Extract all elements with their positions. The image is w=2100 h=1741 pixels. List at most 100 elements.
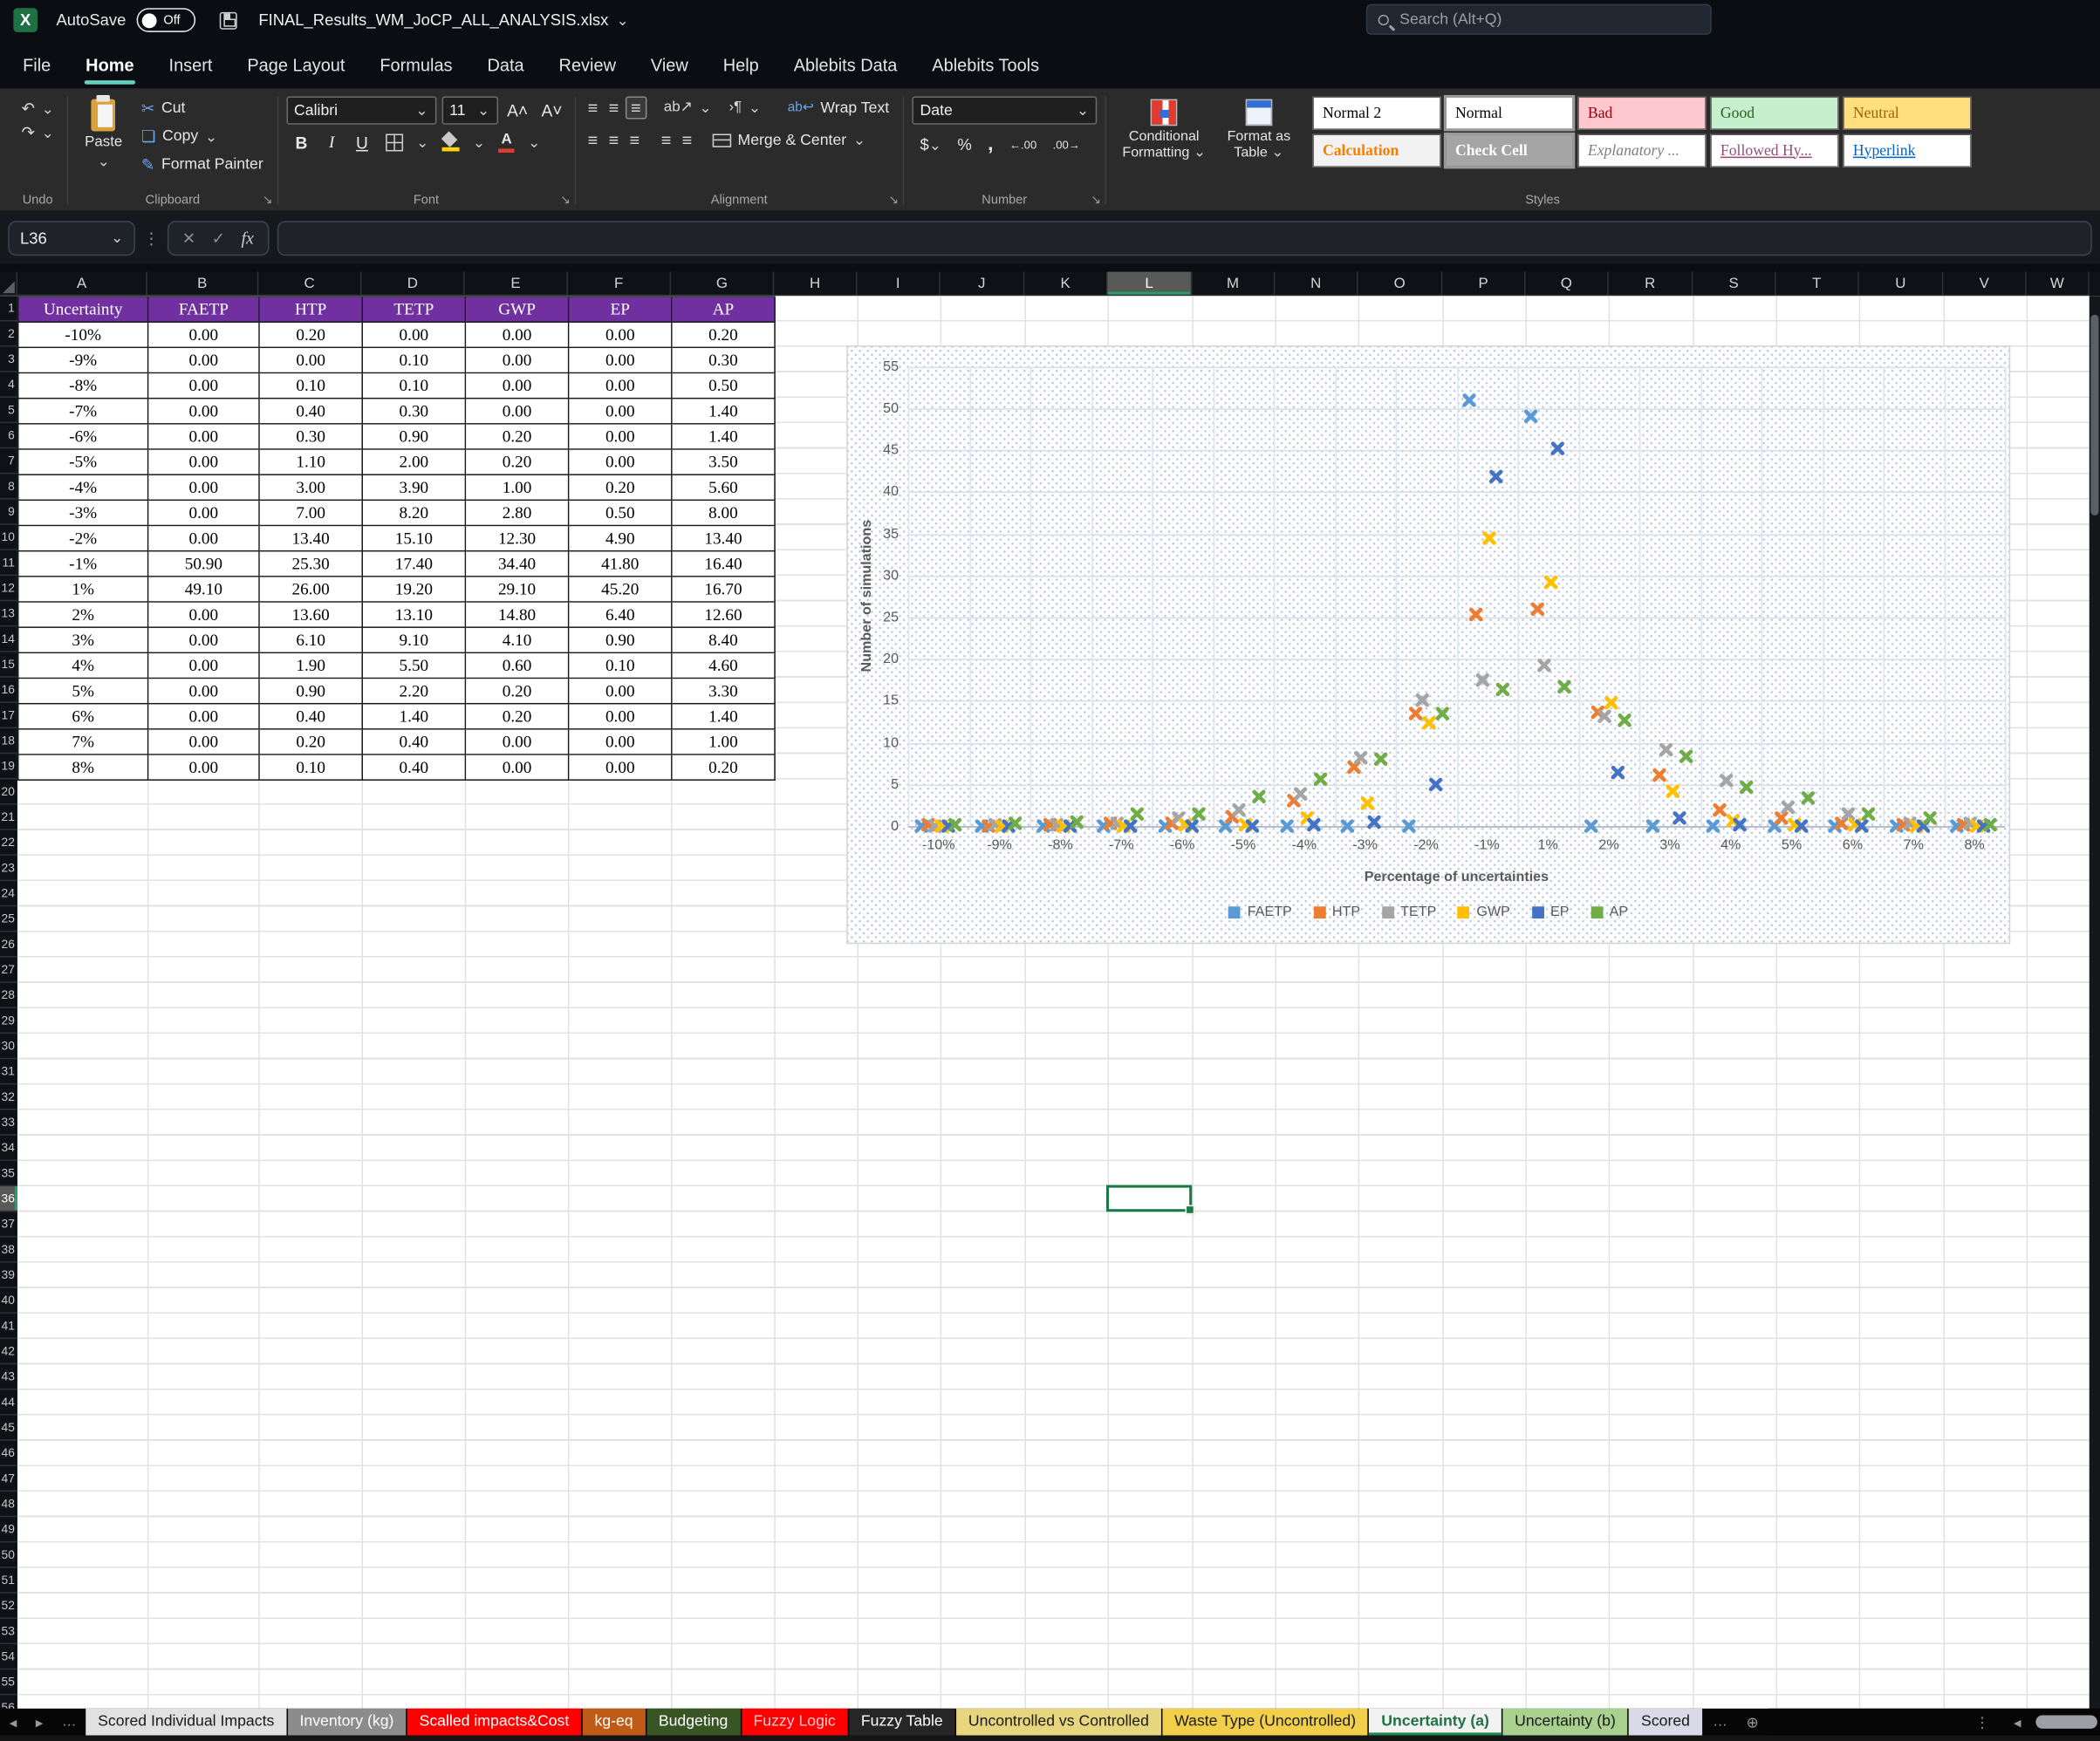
row-header-44[interactable]: 44 — [0, 1389, 17, 1415]
column-header-O[interactable]: O — [1358, 272, 1443, 297]
column-header-D[interactable]: D — [361, 272, 464, 297]
sheet-tab-kg-eq[interactable]: kg-eq — [583, 1709, 646, 1736]
table-cell[interactable]: 1.00 — [466, 475, 569, 501]
row-header-15[interactable]: 15 — [0, 652, 17, 678]
table-cell[interactable]: 0.20 — [260, 730, 363, 755]
table-cell[interactable]: 1.40 — [363, 704, 466, 729]
menu-tab-help[interactable]: Help — [706, 40, 776, 88]
sheet-tab-scored[interactable]: Scored — [1629, 1709, 1702, 1736]
table-cell[interactable]: 1.00 — [673, 730, 776, 755]
column-header-U[interactable]: U — [1859, 272, 1944, 297]
sheet-nav-left-icon[interactable]: ◂ — [0, 1709, 26, 1736]
table-cell[interactable]: 0.20 — [466, 450, 569, 475]
number-dialog-launcher-icon[interactable]: ↘ — [1091, 193, 1101, 208]
table-cell[interactable]: 12.30 — [466, 526, 569, 551]
table-cell[interactable]: 0.00 — [569, 730, 672, 755]
row-header-3[interactable]: 3 — [0, 347, 17, 372]
table-cell[interactable]: 17.40 — [363, 551, 466, 577]
row-header-10[interactable]: 10 — [0, 525, 17, 550]
table-cell[interactable]: 16.40 — [673, 551, 776, 577]
table-cell[interactable]: 6% — [18, 704, 148, 729]
table-cell[interactable]: 3.90 — [363, 475, 466, 501]
row-header-8[interactable]: 8 — [0, 474, 17, 499]
font-dialog-launcher-icon[interactable]: ↘ — [560, 193, 571, 208]
column-header-J[interactable]: J — [941, 272, 1025, 297]
table-cell[interactable]: 0.20 — [466, 679, 569, 704]
table-cell[interactable]: 8.00 — [673, 501, 776, 526]
style-chip-normal[interactable]: Normal — [1445, 97, 1573, 130]
table-cell[interactable]: 0.00 — [148, 450, 259, 475]
italic-button[interactable]: I — [325, 133, 339, 153]
table-cell[interactable]: 1.40 — [673, 399, 776, 424]
row-header-26[interactable]: 26 — [0, 932, 17, 957]
increase-decimal-icon[interactable]: ←.00 — [1009, 137, 1036, 150]
table-cell[interactable]: 0.00 — [148, 603, 259, 628]
formula-input[interactable] — [277, 221, 2092, 256]
menu-tab-file[interactable]: File — [5, 40, 68, 88]
style-chip-calculation[interactable]: Calculation — [1312, 134, 1440, 167]
sheet-tab-scalled-impacts-cost[interactable]: Scalled impacts&Cost — [407, 1709, 581, 1736]
table-cell[interactable]: 4.90 — [569, 526, 672, 551]
table-cell[interactable]: 0.00 — [148, 730, 259, 755]
table-header-cell[interactable]: Uncertainty — [18, 297, 148, 323]
table-cell[interactable]: 0.10 — [363, 348, 466, 373]
align-left-icon[interactable]: ≡ — [584, 130, 602, 150]
comma-style-icon[interactable]: , — [988, 133, 993, 155]
align-top-icon[interactable]: ≡ — [584, 98, 602, 118]
table-cell[interactable]: 9.10 — [363, 628, 466, 653]
table-cell[interactable]: 0.00 — [260, 348, 363, 373]
column-header-C[interactable]: C — [258, 272, 361, 297]
table-cell[interactable]: 5.60 — [673, 475, 776, 501]
row-header-37[interactable]: 37 — [0, 1212, 17, 1237]
table-cell[interactable]: -6% — [18, 425, 148, 450]
sheet-tab-budgeting[interactable]: Budgeting — [646, 1709, 740, 1736]
column-header-L[interactable]: L — [1108, 272, 1193, 297]
row-header-14[interactable]: 14 — [0, 626, 17, 652]
horizontal-scrollbar[interactable]: ⋮◂ — [1768, 1709, 2100, 1736]
column-header-A[interactable]: A — [17, 272, 147, 297]
table-cell[interactable]: 7% — [18, 730, 148, 755]
title-chevron-down-icon[interactable]: ⌄ — [617, 11, 629, 29]
row-header-36[interactable]: 36 — [0, 1186, 17, 1212]
style-chip-good[interactable]: Good — [1710, 97, 1838, 130]
table-cell[interactable]: 0.00 — [466, 730, 569, 755]
menu-tab-view[interactable]: View — [633, 40, 706, 88]
column-header-K[interactable]: K — [1024, 272, 1107, 297]
table-cell[interactable]: 3.30 — [673, 679, 776, 704]
table-header-cell[interactable]: HTP — [260, 297, 363, 323]
table-cell[interactable]: 41.80 — [569, 551, 672, 577]
table-cell[interactable]: 0.30 — [260, 425, 363, 450]
row-header-51[interactable]: 51 — [0, 1568, 17, 1594]
horizontal-scrollbar-thumb[interactable] — [2035, 1715, 2097, 1728]
table-cell[interactable]: 0.00 — [569, 755, 672, 781]
table-cell[interactable]: 0.00 — [569, 399, 672, 424]
sheet-tab-uncertainty-a-[interactable]: Uncertainty (a) — [1369, 1709, 1501, 1736]
table-cell[interactable]: 12.60 — [673, 603, 776, 628]
style-chip-neutral[interactable]: Neutral — [1843, 97, 1971, 130]
table-cell[interactable]: 0.00 — [148, 475, 259, 501]
row-header-19[interactable]: 19 — [0, 754, 17, 779]
style-chip-bad[interactable]: Bad — [1577, 97, 1706, 130]
sheet-tab-uncontrolled-vs-controlled[interactable]: Uncontrolled vs Controlled — [956, 1709, 1161, 1736]
format-painter-button[interactable]: ✎Format Painter — [136, 153, 269, 177]
percent-style-icon[interactable]: % — [957, 134, 971, 153]
row-header-41[interactable]: 41 — [0, 1314, 17, 1339]
row-header-28[interactable]: 28 — [0, 983, 17, 1008]
column-header-N[interactable]: N — [1275, 272, 1358, 297]
table-header-cell[interactable]: FAETP — [148, 297, 259, 323]
row-header-33[interactable]: 33 — [0, 1110, 17, 1136]
table-cell[interactable]: 1.40 — [673, 704, 776, 729]
row-header-1[interactable]: 1 — [0, 296, 17, 321]
row-header-52[interactable]: 52 — [0, 1594, 17, 1619]
row-header-35[interactable]: 35 — [0, 1161, 17, 1186]
column-header-R[interactable]: R — [1609, 272, 1693, 297]
row-header-21[interactable]: 21 — [0, 805, 17, 830]
row-header-22[interactable]: 22 — [0, 830, 17, 856]
style-chip-check-cell[interactable]: Check Cell — [1445, 134, 1573, 167]
table-cell[interactable]: -8% — [18, 373, 148, 399]
table-cell[interactable]: 0.00 — [569, 704, 672, 729]
scroll-left-icon[interactable]: ◂ — [2004, 1713, 2030, 1731]
table-cell[interactable]: 0.20 — [673, 755, 776, 781]
row-header-4[interactable]: 4 — [0, 372, 17, 398]
font-color-icon[interactable]: XA — [498, 133, 514, 153]
